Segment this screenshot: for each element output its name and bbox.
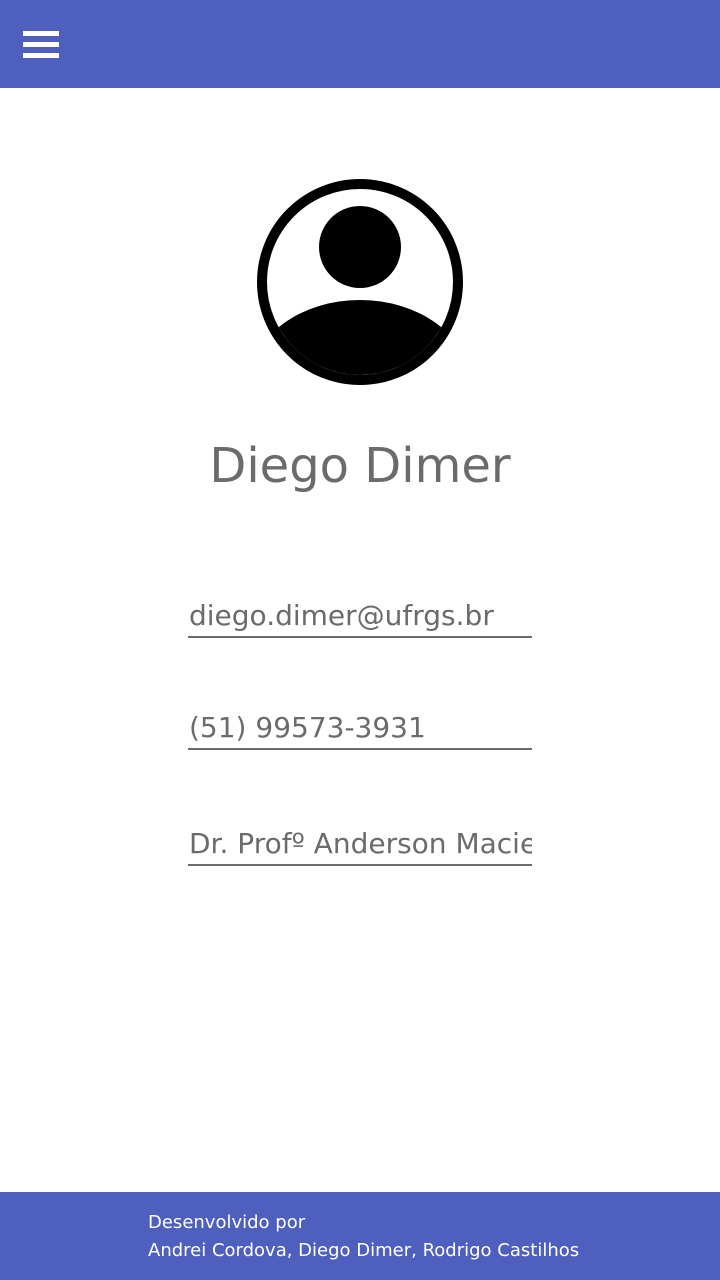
top-app-bar — [0, 0, 720, 88]
profile-page: Diego Dimer Desenvolvido por Andrei Cord… — [0, 0, 720, 1280]
phone-field[interactable] — [188, 706, 532, 750]
hamburger-menu-icon[interactable] — [23, 28, 59, 62]
email-field[interactable] — [188, 594, 532, 638]
footer-credits-label: Desenvolvido por — [148, 1212, 306, 1233]
footer: Desenvolvido por Andrei Cordova, Diego D… — [0, 1192, 720, 1280]
account-circle-icon — [257, 179, 463, 385]
advisor-field[interactable] — [188, 822, 532, 866]
footer-authors: Andrei Cordova, Diego Dimer, Rodrigo Cas… — [148, 1240, 580, 1261]
profile-name: Diego Dimer — [209, 438, 511, 494]
